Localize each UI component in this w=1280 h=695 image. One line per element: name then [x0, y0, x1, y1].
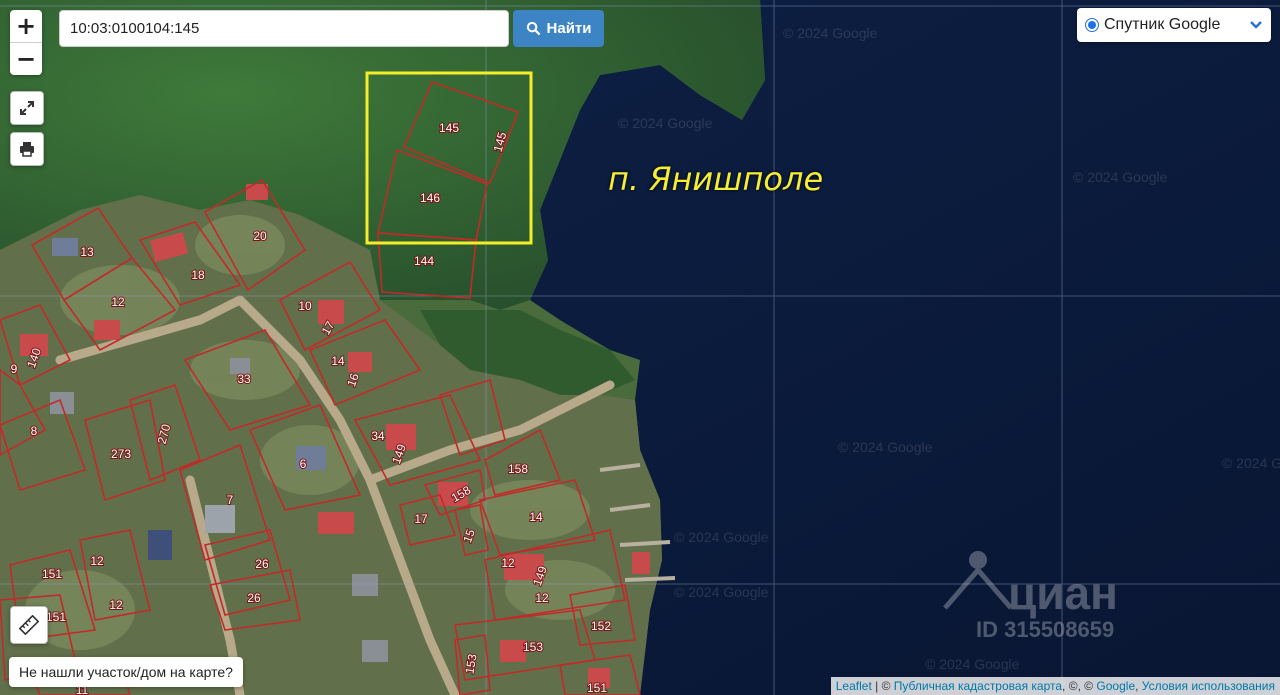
- leaflet-link[interactable]: Leaflet: [836, 679, 872, 693]
- parcel-label: 26: [247, 591, 261, 605]
- attribution-copyright: ©: [1068, 679, 1078, 693]
- parcel-label: 12: [501, 556, 515, 570]
- parcel-label: 152: [591, 619, 611, 633]
- parcel-label: 13: [80, 245, 94, 259]
- parcel-label: 9: [11, 362, 18, 376]
- cadastral-search-input[interactable]: 10:03:0100104:145: [59, 10, 509, 47]
- zoom-in-button[interactable]: +: [10, 10, 42, 42]
- find-button-label: Найти: [546, 20, 592, 37]
- radio-selected-icon: [1085, 18, 1099, 32]
- attribution-copyright: ©: [881, 679, 891, 693]
- parcel-label: 18: [191, 268, 205, 282]
- attribution-separator: ,: [1077, 679, 1085, 693]
- terms-of-use-link[interactable]: Условия использования: [1142, 679, 1275, 693]
- parcel-label: 26: [255, 557, 269, 571]
- watermark-brand: циан: [1008, 567, 1118, 619]
- imagery-copyright: © 2024 Google: [1073, 169, 1168, 185]
- google-link[interactable]: Google: [1096, 679, 1135, 693]
- parcel-label: 17: [414, 512, 428, 526]
- map-layer-selected: Спутник Google: [1104, 16, 1221, 33]
- imagery-copyright: © 2024 Google: [1222, 455, 1280, 471]
- parcel-label: 7: [227, 493, 234, 507]
- attribution-separator: ,: [1135, 679, 1142, 693]
- fullscreen-button[interactable]: [10, 91, 44, 125]
- parcel-label: 158: [508, 462, 528, 476]
- parcel-label: 153: [523, 640, 543, 654]
- watermark-id: ID 315508659: [976, 617, 1114, 642]
- parcel-label: 20: [253, 229, 267, 243]
- parcel-label: 151: [42, 567, 62, 581]
- measure-button[interactable]: [10, 606, 48, 644]
- parcel-label: 12: [90, 554, 104, 568]
- imagery-copyright: © 2024 Google: [674, 584, 769, 600]
- place-name-label: п. Янишполе: [608, 160, 824, 198]
- map-layer-select[interactable]: Спутник Google: [1077, 8, 1271, 42]
- imagery-copyright: © 2024 Google: [618, 115, 713, 131]
- parcel-label: 33: [237, 372, 251, 386]
- map-attribution: Leaflet | © Публичная кадастровая карта …: [830, 677, 1280, 695]
- parcel-label: 12: [109, 598, 123, 612]
- satellite-map[interactable]: 145 145 146 144 13 20 18 12 10 17 140 9 …: [0, 0, 1280, 695]
- parcel-label: 151: [46, 610, 66, 624]
- not-found-parcel-button[interactable]: Не нашли участок/дом на карте?: [9, 657, 243, 687]
- imagery-copyright: © 2024 Google: [674, 529, 769, 545]
- ruler-icon: [19, 615, 39, 635]
- parcel-label: 144: [414, 254, 434, 268]
- attribution-copyright: ©: [1084, 679, 1094, 693]
- print-button[interactable]: [10, 132, 44, 166]
- parcel-label: 14: [331, 354, 345, 368]
- attribution-separator: ,: [1062, 679, 1069, 693]
- parcel-label: 14: [529, 510, 543, 524]
- imagery-copyright: © 2024 Google: [783, 25, 878, 41]
- zoom-control: + −: [10, 10, 42, 75]
- parcel-label: 145: [439, 121, 459, 135]
- parcel-label: 6: [300, 457, 307, 471]
- zoom-out-button[interactable]: −: [10, 42, 42, 75]
- imagery-copyright: © 2024 Google: [925, 656, 1020, 672]
- expand-icon: [20, 101, 34, 115]
- cadastral-map-link[interactable]: Публичная кадастровая карта: [894, 679, 1062, 693]
- parcel-label: 273: [111, 447, 131, 461]
- parcel-label: 34: [371, 429, 385, 443]
- find-button[interactable]: Найти: [513, 10, 604, 47]
- parcel-label: 10: [298, 299, 312, 313]
- parcel-label: 151: [587, 681, 607, 695]
- parcel-label: 8: [31, 424, 38, 438]
- attribution-separator: |: [871, 679, 882, 693]
- parcel-label: 12: [535, 591, 549, 605]
- imagery-copyright: © 2024 Google: [838, 439, 933, 455]
- printer-icon: [20, 142, 34, 157]
- parcel-label: 12: [111, 295, 125, 309]
- chevron-down-icon: [1250, 21, 1262, 29]
- search-icon: [526, 21, 540, 36]
- parcel-label: 146: [420, 191, 440, 205]
